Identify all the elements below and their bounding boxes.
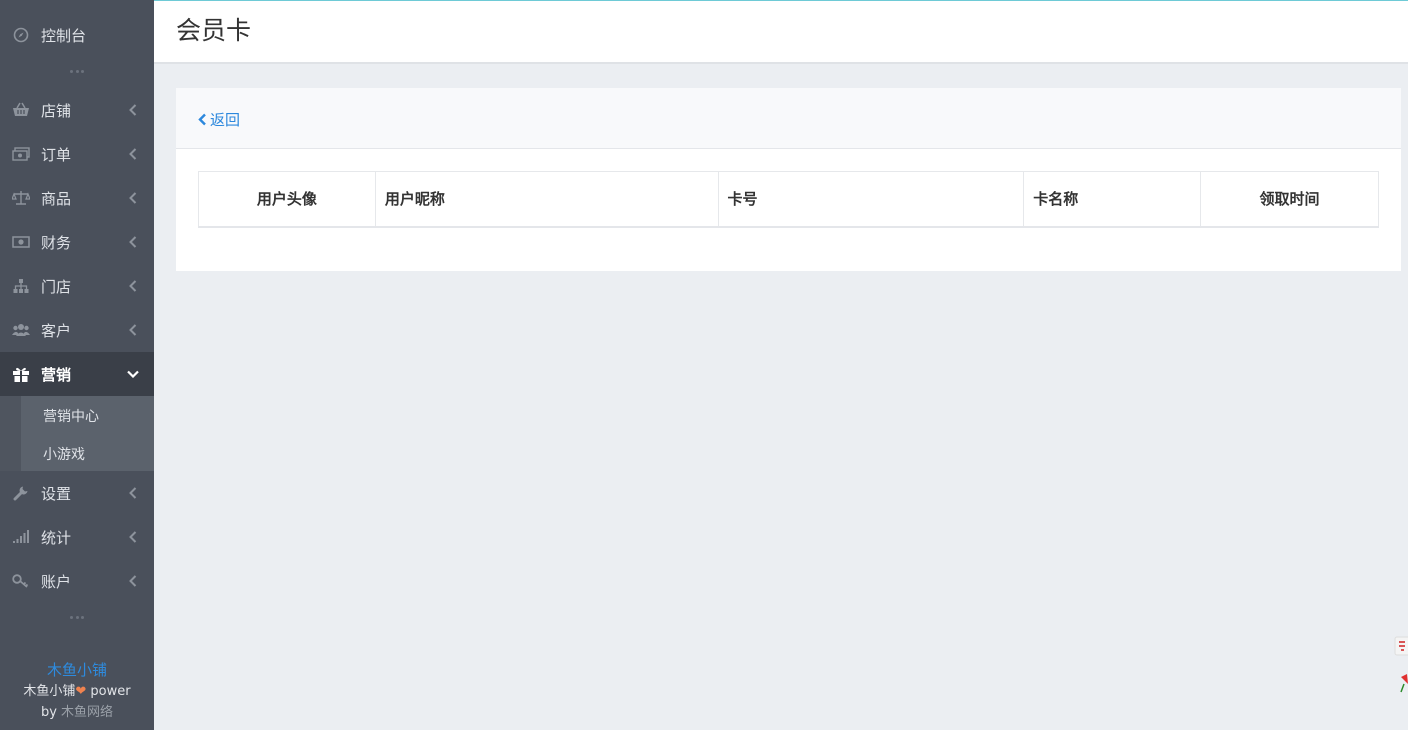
column-header-nickname: 用户昵称 (374, 171, 719, 228)
chevron-left-icon (127, 531, 139, 543)
sidebar-item-label: 店铺 (41, 101, 72, 120)
scale-icon (12, 189, 30, 207)
back-button[interactable]: 返回 (198, 109, 240, 130)
sidebar-item-label: 商品 (41, 189, 72, 208)
chevron-left-icon (127, 148, 139, 160)
chevron-left-icon (127, 236, 139, 248)
basket-icon (12, 101, 30, 119)
wrench-icon (12, 484, 30, 502)
sidebar-item-label: 营销 (41, 365, 72, 384)
back-label: 返回 (210, 111, 241, 129)
page-title: 会员卡 (176, 16, 252, 45)
gift-icon (12, 365, 30, 383)
floating-widget[interactable] (1393, 636, 1408, 696)
chevron-left-icon (127, 575, 139, 587)
company-link[interactable]: 木鱼网络 (61, 705, 113, 720)
submenu-item-mini-games[interactable]: 小游戏 (43, 444, 85, 464)
sidebar-item-label: 客户 (41, 321, 72, 340)
sidebar-item-label: 统计 (41, 528, 72, 547)
sidebar-item-settings[interactable]: 设置 (0, 471, 154, 515)
column-header-received-time: 领取时间 (1200, 171, 1379, 228)
sidebar-item-customers[interactable]: 客户 (0, 308, 154, 352)
chevron-left-icon (127, 104, 139, 116)
sidebar-item-account[interactable]: 账户 (0, 559, 154, 603)
marketing-submenu: 营销中心 小游戏 (0, 396, 154, 471)
sidebar-item-label: 控制台 (41, 26, 87, 45)
column-header-card-number: 卡号 (717, 171, 1025, 228)
chevron-left-icon (127, 487, 139, 499)
chevron-left-icon (198, 113, 206, 126)
sidebar-item-store[interactable]: 店铺 (0, 88, 154, 132)
divider-dots (70, 70, 84, 74)
sidebar-item-label: 订单 (41, 145, 72, 164)
sidebar-item-stores[interactable]: 门店 (0, 264, 154, 308)
sidebar-item-orders[interactable]: 订单 (0, 132, 154, 176)
brand-name[interactable]: 木鱼小铺 (0, 660, 154, 681)
sidebar-item-label: 账户 (41, 572, 72, 591)
submenu-item-marketing-center[interactable]: 营销中心 (43, 406, 99, 426)
sidebar-item-label: 门店 (41, 277, 72, 296)
signal-icon (12, 528, 30, 546)
by-line: by 木鱼网络 (0, 702, 154, 723)
column-header-card-name: 卡名称 (1023, 171, 1202, 228)
sitemap-icon (12, 277, 30, 295)
column-header-avatar: 用户头像 (198, 171, 376, 228)
sidebar: 控制台 店铺 订单 商品 财务 门店 客户 营销 营销中心 小游戏 设置 统计 … (0, 0, 154, 730)
divider-dots (70, 616, 84, 620)
compass-icon (12, 26, 30, 44)
users-icon (12, 321, 30, 339)
sidebar-footer: 木鱼小铺 木鱼小铺❤ power by 木鱼网络 (0, 660, 154, 723)
sidebar-item-label: 财务 (41, 233, 72, 252)
chevron-left-icon (127, 280, 139, 292)
card-header: 返回 (176, 88, 1401, 149)
sidebar-item-dashboard[interactable]: 控制台 (0, 13, 154, 57)
sidebar-item-statistics[interactable]: 统计 (0, 515, 154, 559)
sidebar-item-label: 设置 (41, 484, 72, 503)
sidebar-item-marketing[interactable]: 营销 (0, 352, 154, 396)
content-card: 返回 用户头像 用户昵称 卡号 卡名称 领取时间 (176, 88, 1401, 271)
page-header: 会员卡 (154, 0, 1408, 64)
chevron-down-icon (127, 368, 139, 380)
power-prefix: 木鱼小铺 (23, 684, 76, 699)
chevron-left-icon (127, 192, 139, 204)
submenu-indent-bar (0, 396, 21, 471)
cash-icon (12, 233, 30, 251)
sidebar-item-finance[interactable]: 财务 (0, 220, 154, 264)
table-header-row: 用户头像 用户昵称 卡号 卡名称 领取时间 (198, 171, 1379, 228)
member-card-table: 用户头像 用户昵称 卡号 卡名称 领取时间 (198, 171, 1379, 228)
key-icon (12, 572, 30, 590)
power-line: 木鱼小铺❤ power (0, 681, 154, 702)
heart-icon: ❤ (75, 684, 87, 699)
by-text: by (40, 705, 57, 720)
power-suffix: power (86, 684, 131, 699)
money-icon (12, 145, 30, 163)
sidebar-item-products[interactable]: 商品 (0, 176, 154, 220)
chevron-left-icon (127, 324, 139, 336)
